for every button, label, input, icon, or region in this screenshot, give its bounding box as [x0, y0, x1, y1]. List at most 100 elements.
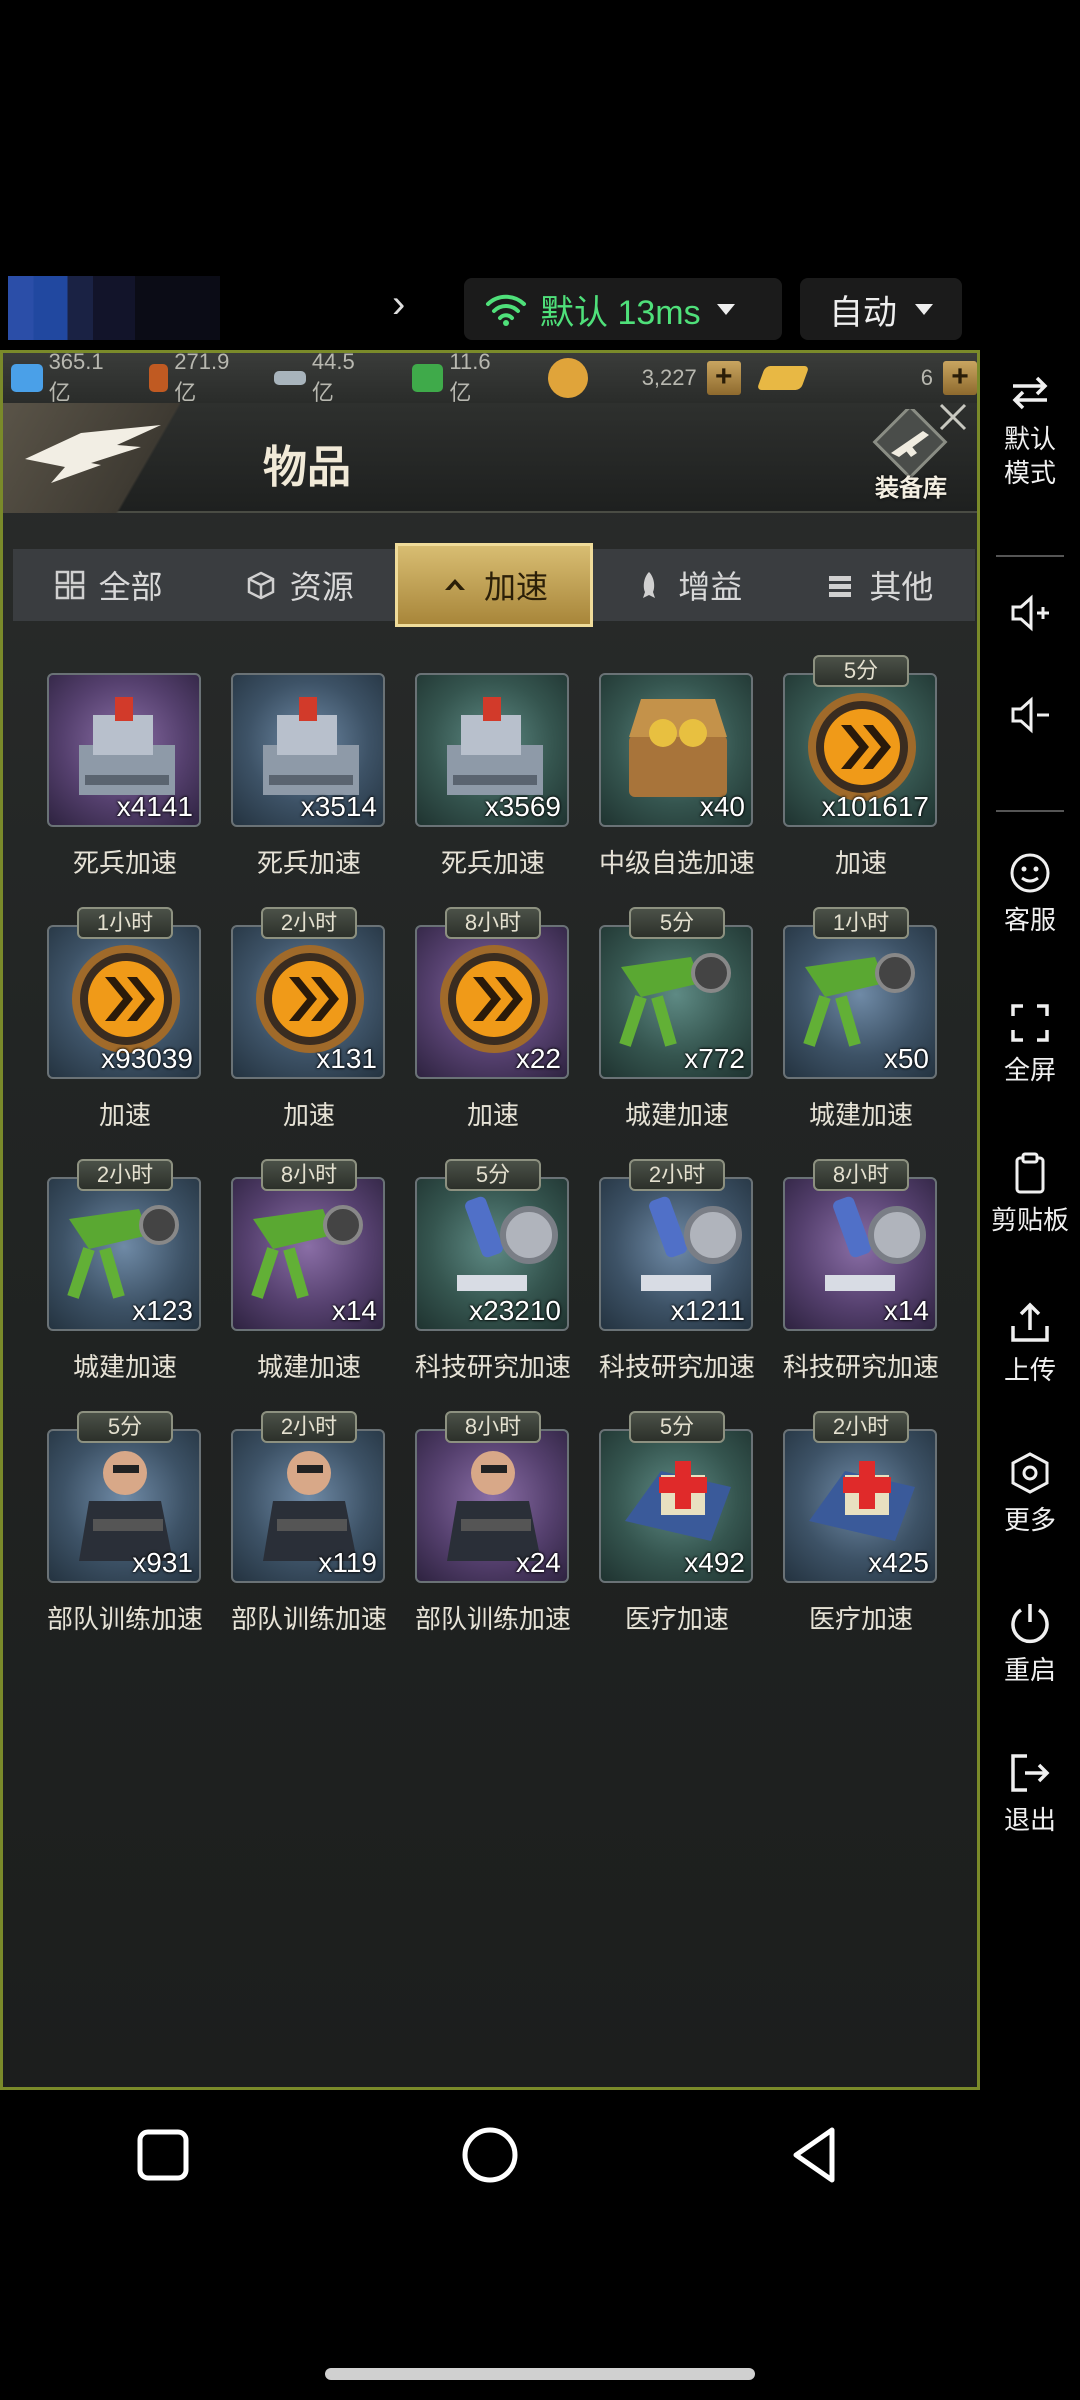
item-name: 科技研究加速 [782, 1352, 939, 1382]
resource-crystal: 365.1亿 [11, 349, 125, 407]
volume-up-button[interactable] [980, 590, 1080, 642]
tab-speedup[interactable]: 加速 [395, 543, 593, 627]
item-slot[interactable]: 8小时 x14 城建加速 [217, 1159, 401, 1387]
add-gold-button[interactable]: + [706, 361, 741, 395]
item-slot[interactable]: 8小时 x22 加速 [401, 907, 585, 1135]
gold-coin-icon [547, 358, 588, 398]
item-slot[interactable]: 8小时 x14 科技研究加速 [769, 1159, 953, 1387]
item-tile: x119 [231, 1429, 385, 1583]
network-selector[interactable]: 默认 13ms [464, 278, 782, 340]
item-tile: x123 [47, 1177, 201, 1331]
gesture-home-bar[interactable] [325, 2368, 755, 2380]
chevron-down-icon [716, 303, 735, 315]
restart-button[interactable]: 重启 [980, 1600, 1080, 1688]
item-name: 城建加速 [808, 1100, 913, 1130]
steel-icon [274, 371, 306, 385]
item-tile: x4141 [47, 673, 201, 827]
close-icon[interactable] [937, 401, 969, 433]
mode-selector[interactable]: 自动 [800, 278, 962, 340]
item-tile: x23210 [415, 1177, 569, 1331]
resource-gold-coin-value: 3,227 [641, 365, 697, 390]
add-gold-bar-button[interactable]: + [943, 361, 977, 395]
divider [996, 810, 1064, 812]
exit-button[interactable]: 退出 [980, 1750, 1080, 1838]
support-label: 客服 [1003, 905, 1056, 935]
client-top-bar: › 默认 13ms 自动 [0, 270, 980, 350]
item-slot[interactable]: 5分 x492 医疗加速 [585, 1411, 769, 1639]
support-button[interactable]: 客服 [980, 850, 1080, 938]
duration-badge: 2小时 [813, 1411, 909, 1443]
item-name: 加速 [834, 848, 887, 878]
power-icon [1011, 1604, 1049, 1644]
item-tile: x22 [415, 925, 569, 1079]
tab-all-label: 全部 [98, 569, 163, 605]
item-count: x123 [132, 1295, 193, 1326]
item-slot[interactable]: x3514 死兵加速 [217, 673, 401, 883]
duration-badge: 2小时 [77, 1159, 173, 1191]
item-tile: x931 [47, 1429, 201, 1583]
item-name: 部队训练加速 [46, 1604, 203, 1634]
more-button[interactable]: 更多 [980, 1450, 1080, 1538]
resource-steel-value: 44.5亿 [311, 349, 355, 405]
clipboard-button[interactable]: 剪贴板 [980, 1150, 1080, 1238]
rocket-icon [643, 572, 656, 598]
item-slot[interactable]: x4141 死兵加速 [33, 673, 217, 883]
crystal-icon [11, 364, 43, 392]
item-slot[interactable]: 5分 x101617 加速 [769, 655, 953, 883]
item-slot[interactable]: x40 中级自选加速 [585, 673, 769, 883]
volume-up-icon [1011, 594, 1049, 632]
chevron-right-icon[interactable]: › [392, 284, 428, 324]
tab-other[interactable]: 其他 [784, 549, 975, 621]
upload-icon [1011, 1302, 1049, 1342]
client-side-panel: 默认 模式 客服 全屏 剪贴板 上传 更多 重启 退出 [980, 350, 1080, 1890]
item-slot[interactable]: 2小时 x119 部队训练加速 [217, 1411, 401, 1639]
support-icon [1010, 853, 1050, 893]
item-name: 加速 [282, 1100, 335, 1130]
item-count: x22 [515, 1043, 561, 1074]
item-tile: x101617 [783, 673, 937, 827]
item-slot[interactable]: 1小时 x93039 加速 [33, 907, 217, 1135]
restart-label: 重启 [1003, 1655, 1056, 1685]
item-name: 城建加速 [256, 1352, 361, 1382]
item-slot[interactable]: x3569 死兵加速 [401, 673, 585, 883]
tab-all[interactable]: 全部 [13, 549, 204, 621]
item-slot[interactable]: 5分 x931 部队训练加速 [33, 1411, 217, 1639]
recents-icon[interactable] [128, 2120, 198, 2190]
item-slot[interactable]: 2小时 x1211 科技研究加速 [585, 1159, 769, 1387]
item-count: x3569 [484, 791, 561, 822]
item-slot[interactable]: 1小时 x50 城建加速 [769, 907, 953, 1135]
tab-resources[interactable]: 资源 [204, 549, 395, 621]
mode-switch-button[interactable]: 默认 模式 [980, 370, 1080, 490]
upload-button[interactable]: 上传 [980, 1300, 1080, 1388]
tab-buff[interactable]: 增益 [593, 549, 784, 621]
item-count: x14 [883, 1295, 929, 1326]
home-icon[interactable] [455, 2120, 525, 2190]
items-header: 物品 装备库 [3, 403, 977, 513]
item-tile: x131 [231, 925, 385, 1079]
cash-icon [411, 364, 444, 392]
item-slot[interactable]: 2小时 x131 加速 [217, 907, 401, 1135]
duration-badge: 5分 [77, 1411, 173, 1443]
item-slot[interactable]: 2小时 x425 医疗加速 [769, 1411, 953, 1639]
duration-badge: 2小时 [629, 1159, 725, 1191]
item-name: 科技研究加速 [414, 1352, 571, 1382]
back-icon[interactable] [782, 2120, 852, 2190]
resource-oil: 271.9亿 [148, 349, 251, 407]
tab-buff-label: 增益 [678, 569, 743, 605]
duration-badge: 8小时 [813, 1159, 909, 1191]
item-name: 中级自选加速 [598, 848, 755, 878]
item-name: 加速 [466, 1100, 519, 1130]
item-slot[interactable]: 8小时 x24 部队训练加速 [401, 1411, 585, 1639]
item-tile: x93039 [47, 925, 201, 1079]
resource-steel: 44.5亿 [274, 349, 376, 407]
eagle-icon [25, 425, 161, 483]
item-name: 科技研究加速 [598, 1352, 755, 1382]
fullscreen-button[interactable]: 全屏 [980, 1000, 1080, 1088]
item-name: 死兵加速 [440, 848, 545, 878]
item-slot[interactable]: 5分 x23210 科技研究加速 [401, 1159, 585, 1387]
item-slot[interactable]: 5分 x772 城建加速 [585, 907, 769, 1135]
item-slot[interactable]: 2小时 x123 城建加速 [33, 1159, 217, 1387]
item-count: x93039 [101, 1043, 193, 1074]
volume-down-button[interactable] [980, 692, 1080, 744]
armory-button[interactable]: 装备库 [859, 403, 967, 505]
